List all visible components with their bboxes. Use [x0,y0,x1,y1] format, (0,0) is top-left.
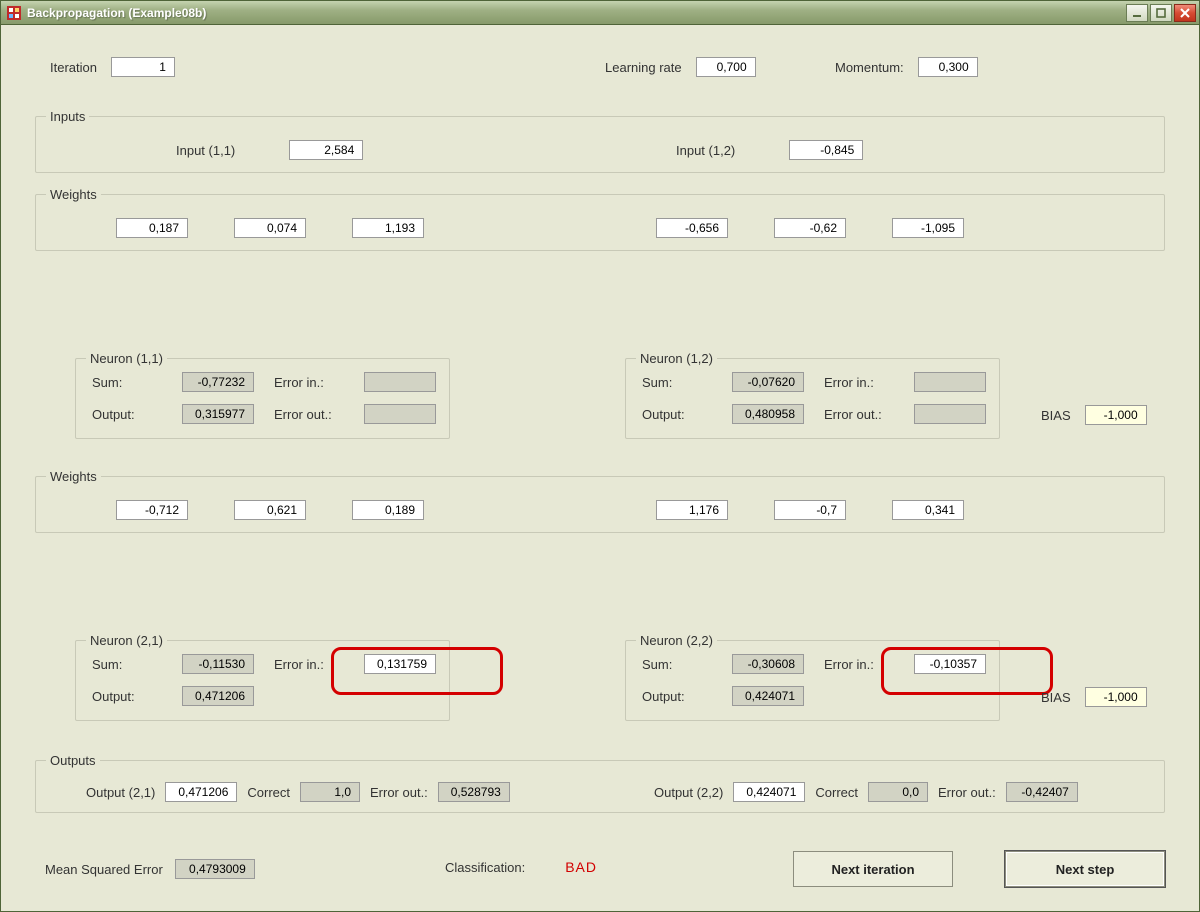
input-1-1-value: 2,584 [289,140,363,160]
classification-value: BAD [565,859,597,875]
neuron-2-2-output-value: 0,424071 [732,686,804,706]
input-1-2-label: Input (1,2) [676,143,735,158]
app-icon [7,6,21,20]
neuron-1-2-output-value: 0,480958 [732,404,804,424]
neuron-1-2-sum-value: -0,07620 [732,372,804,392]
output-2-1-label: Output (2,1) [86,785,155,800]
neuron-1-2-sum-label: Sum: [642,375,712,390]
output-2-2-errout-value: -0,42407 [1006,782,1078,802]
output-2-1-correct-value: 1,0 [300,782,360,802]
close-button[interactable] [1174,4,1196,22]
neuron-1-1-sum-value: -0,77232 [182,372,254,392]
neuron-2-2-output-label: Output: [642,689,712,704]
neuron-2-1-output-value: 0,471206 [182,686,254,706]
next-step-button[interactable]: Next step [1005,851,1165,887]
mse-label: Mean Squared Error [45,862,163,877]
neuron-2-2-errin-label: Error in.: [824,657,894,672]
titlebar: Backpropagation (Example08b) [1,1,1199,25]
inputs-legend: Inputs [46,109,89,124]
iteration-value: 1 [111,57,175,77]
weight-2-left-1: 0,621 [234,500,306,520]
neuron-1-1-errout-value [364,404,436,424]
neuron-2-2-legend: Neuron (2,2) [636,633,717,648]
neuron-2-1-errin-label: Error in.: [274,657,344,672]
next-iteration-button[interactable]: Next iteration [793,851,953,887]
learning-rate-label: Learning rate [605,60,682,75]
weight-2-left-2: 0,189 [352,500,424,520]
neuron-1-1-sum-label: Sum: [92,375,162,390]
bias-2-value: -1,000 [1085,687,1147,707]
output-2-1-errout-value: 0,528793 [438,782,510,802]
weight-1-left-2: 1,193 [352,218,424,238]
minimize-button[interactable] [1126,4,1148,22]
output-2-2-correct-label: Correct [815,785,858,800]
output-2-1-errout-label: Error out.: [370,785,428,800]
neuron-1-2-errout-label: Error out.: [824,407,894,422]
output-2-2-label: Output (2,2) [654,785,723,800]
mse-value: 0,4793009 [175,859,255,879]
neuron-2-1-output-label: Output: [92,689,162,704]
weight-1-left-1: 0,074 [234,218,306,238]
weight-1-right-1: -0,62 [774,218,846,238]
neuron-2-1-sum-value: -0,11530 [182,654,254,674]
window-title: Backpropagation (Example08b) [27,6,206,20]
momentum-label: Momentum: [835,60,904,75]
neuron-2-2-group: Neuron (2,2) Sum: -0,30608 Error in.: -0… [625,633,1000,721]
momentum-value: 0,300 [918,57,978,77]
neuron-1-2-errin-value [914,372,986,392]
neuron-1-2-output-label: Output: [642,407,712,422]
neuron-2-1-errin-value: 0,131759 [364,654,436,674]
maximize-button[interactable] [1150,4,1172,22]
neuron-2-1-sum-label: Sum: [92,657,162,672]
weight-2-right-1: -0,7 [774,500,846,520]
bias-2-label: BIAS [1041,690,1071,705]
weights-2-legend: Weights [46,469,101,484]
weight-2-left-0: -0,712 [116,500,188,520]
neuron-1-1-output-value: 0,315977 [182,404,254,424]
input-1-2-value: -0,845 [789,140,863,160]
neuron-1-2-errout-value [914,404,986,424]
neuron-2-1-legend: Neuron (2,1) [86,633,167,648]
learning-rate-value: 0,700 [696,57,756,77]
weight-1-right-0: -0,656 [656,218,728,238]
bias-1-value: -1,000 [1085,405,1147,425]
output-2-1-correct-label: Correct [247,785,290,800]
output-2-2-value: 0,424071 [733,782,805,802]
classification-label: Classification: [445,860,525,875]
neuron-2-2-sum-value: -0,30608 [732,654,804,674]
input-1-1-label: Input (1,1) [176,143,235,158]
neuron-1-2-errin-label: Error in.: [824,375,894,390]
weights-group-2: Weights -0,712 0,621 0,189 1,176 -0,7 0,… [35,469,1165,533]
neuron-1-2-legend: Neuron (1,2) [636,351,717,366]
weight-1-left-0: 0,187 [116,218,188,238]
outputs-group: Outputs Output (2,1) 0,471206 Correct 1,… [35,753,1165,813]
weight-2-right-0: 1,176 [656,500,728,520]
bias-1-label: BIAS [1041,408,1071,423]
neuron-1-1-errin-value [364,372,436,392]
neuron-1-1-group: Neuron (1,1) Sum: -0,77232 Error in.: Ou… [75,351,450,439]
neuron-1-1-errin-label: Error in.: [274,375,344,390]
neuron-2-1-group: Neuron (2,1) Sum: -0,11530 Error in.: 0,… [75,633,450,721]
output-2-1-value: 0,471206 [165,782,237,802]
neuron-1-1-output-label: Output: [92,407,162,422]
weight-1-right-2: -1,095 [892,218,964,238]
iteration-label: Iteration [50,60,97,75]
output-2-2-errout-label: Error out.: [938,785,996,800]
weights-group-1: Weights 0,187 0,074 1,193 -0,656 -0,62 -… [35,187,1165,251]
outputs-legend: Outputs [46,753,100,768]
neuron-2-2-errin-value: -0,10357 [914,654,986,674]
weight-2-right-2: 0,341 [892,500,964,520]
weights-1-legend: Weights [46,187,101,202]
neuron-2-2-sum-label: Sum: [642,657,712,672]
neuron-1-1-errout-label: Error out.: [274,407,344,422]
inputs-group: Inputs Input (1,1) 2,584 Input (1,2) -0,… [35,109,1165,173]
output-2-2-correct-value: 0,0 [868,782,928,802]
neuron-1-2-group: Neuron (1,2) Sum: -0,07620 Error in.: Ou… [625,351,1000,439]
neuron-1-1-legend: Neuron (1,1) [86,351,167,366]
